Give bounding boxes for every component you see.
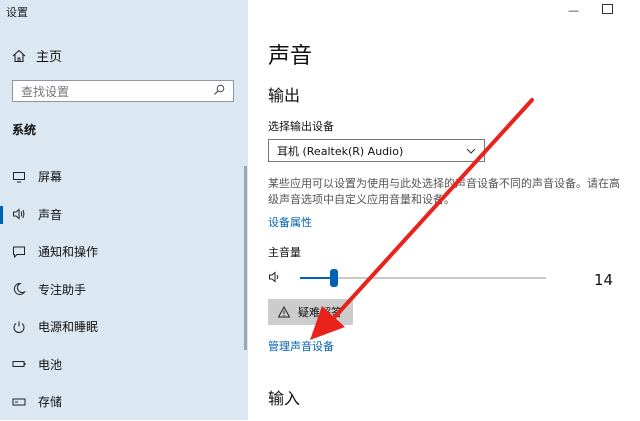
output-heading: 输出	[268, 86, 301, 105]
volume-value: 14	[594, 271, 614, 289]
warning-icon	[278, 306, 290, 318]
sidebar-item-label: 通知和操作	[38, 245, 99, 260]
battery-icon	[12, 361, 26, 368]
sidebar-item-label: 电池	[38, 357, 63, 372]
sidebar-home[interactable]: 主页	[12, 46, 62, 65]
speaker-icon	[13, 208, 25, 220]
volume-icon[interactable]	[268, 270, 282, 284]
search-input[interactable]	[13, 82, 209, 102]
sidebar: 设置 主页 系统 屏幕 声音	[0, 0, 248, 420]
moon-icon	[13, 283, 26, 296]
sidebar-item-notifications[interactable]: 通知和操作	[0, 233, 248, 271]
minimize-button[interactable]: —	[568, 4, 579, 17]
monitor-icon	[13, 171, 25, 183]
search-icon[interactable]	[213, 84, 225, 96]
home-icon	[12, 49, 26, 62]
maximize-button[interactable]	[602, 4, 613, 14]
device-properties-link[interactable]: 设备属性	[268, 214, 312, 230]
sidebar-item-label: 声音	[38, 207, 63, 222]
input-heading: 输入	[268, 389, 301, 408]
sidebar-item-focus-assist[interactable]: 专注助手	[0, 271, 248, 309]
volume-slider-fill	[300, 277, 334, 279]
page-title: 声音	[268, 44, 313, 69]
main-content: — 声音 输出 选择输出设备 耳机 (Realtek(R) Audio) 某些应…	[248, 0, 640, 420]
sidebar-item-label: 电源和睡眠	[38, 320, 99, 335]
window-title: 设置	[6, 6, 28, 19]
sidebar-item-label: 屏幕	[38, 170, 63, 185]
output-device-select[interactable]: 耳机 (Realtek(R) Audio)	[268, 139, 485, 162]
troubleshoot-label: 疑难解答	[298, 306, 342, 319]
sidebar-item-sound[interactable]: 声音	[0, 196, 248, 234]
chevron-down-icon	[466, 148, 476, 154]
home-label: 主页	[36, 50, 63, 65]
power-icon	[13, 321, 25, 333]
sidebar-item-label: 存储	[38, 395, 63, 410]
master-volume-label: 主音量	[268, 246, 301, 259]
sidebar-item-storage[interactable]: 存储	[0, 383, 248, 421]
search-box[interactable]	[12, 80, 234, 102]
output-device-value: 耳机 (Realtek(R) Audio)	[277, 144, 404, 158]
storage-icon	[12, 398, 26, 406]
troubleshoot-button[interactable]: 疑难解答	[268, 299, 353, 325]
output-description: 某些应用可以设置为使用与此处选择的声音设备不同的声音设备。请在高级声音选项中自定…	[268, 177, 620, 206]
sidebar-item-display[interactable]: 屏幕	[0, 158, 248, 196]
sidebar-nav: 屏幕 声音 通知和操作 专注助手 电源和睡眠 电池 存储	[0, 158, 248, 421]
sidebar-item-power-sleep[interactable]: 电源和睡眠	[0, 308, 248, 346]
notification-icon	[13, 246, 25, 258]
sidebar-item-label: 专注助手	[38, 282, 87, 297]
volume-slider[interactable]	[300, 269, 546, 287]
section-label: 系统	[12, 123, 37, 137]
volume-slider-thumb[interactable]	[330, 269, 338, 287]
manage-sound-devices-link[interactable]: 管理声音设备	[268, 338, 334, 354]
sidebar-scrollbar[interactable]	[244, 166, 247, 350]
output-device-label: 选择输出设备	[268, 120, 334, 133]
sidebar-item-battery[interactable]: 电池	[0, 346, 248, 384]
